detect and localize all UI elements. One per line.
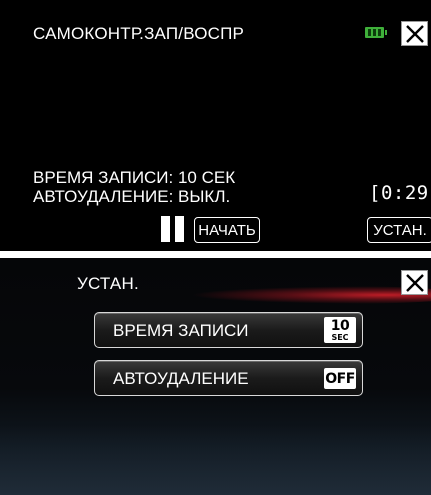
- self-check-screen: САМОКОНТР.ЗАП/ВОСПР ВРЕМЯ ЗАПИСИ: 10 СЕК…: [0, 0, 431, 251]
- decorative-glow: [190, 286, 431, 304]
- page-title: УСТАН.: [77, 274, 139, 293]
- page-title: САМОКОНТР.ЗАП/ВОСПР: [33, 24, 245, 43]
- badge-value: 10: [330, 317, 350, 334]
- close-icon: [405, 24, 424, 43]
- auto-delete-info: АВТОУДАЛЕНИЕ: ВЫКЛ.: [33, 187, 231, 206]
- record-time-badge: 10 SEC: [324, 317, 356, 343]
- pause-icon[interactable]: [161, 216, 187, 242]
- setup-screen: УСТАН. ВРЕМЯ ЗАПИСИ 10 SEC АВТОУДАЛЕНИЕ …: [0, 258, 431, 495]
- auto-delete-badge: OFF: [324, 368, 356, 389]
- menu-item-label: АВТОУДАЛЕНИЕ: [113, 369, 249, 388]
- close-button[interactable]: [401, 270, 428, 295]
- badge-unit: SEC: [331, 332, 349, 342]
- menu-item-record-time[interactable]: ВРЕМЯ ЗАПИСИ 10 SEC: [94, 312, 363, 348]
- menu-item-auto-delete[interactable]: АВТОУДАЛЕНИЕ OFF: [94, 360, 363, 396]
- close-icon: [405, 273, 424, 292]
- record-time-info: ВРЕМЯ ЗАПИСИ: 10 СЕК: [33, 168, 236, 187]
- setup-button[interactable]: УСТАН.: [367, 217, 431, 243]
- start-button[interactable]: НАЧАТЬ: [194, 217, 260, 243]
- menu-item-label: ВРЕМЯ ЗАПИСИ: [113, 321, 249, 340]
- decorative-haze: [0, 425, 431, 495]
- battery-icon: [365, 27, 387, 38]
- close-button[interactable]: [401, 21, 428, 46]
- remaining-time: [0:29]: [369, 182, 431, 204]
